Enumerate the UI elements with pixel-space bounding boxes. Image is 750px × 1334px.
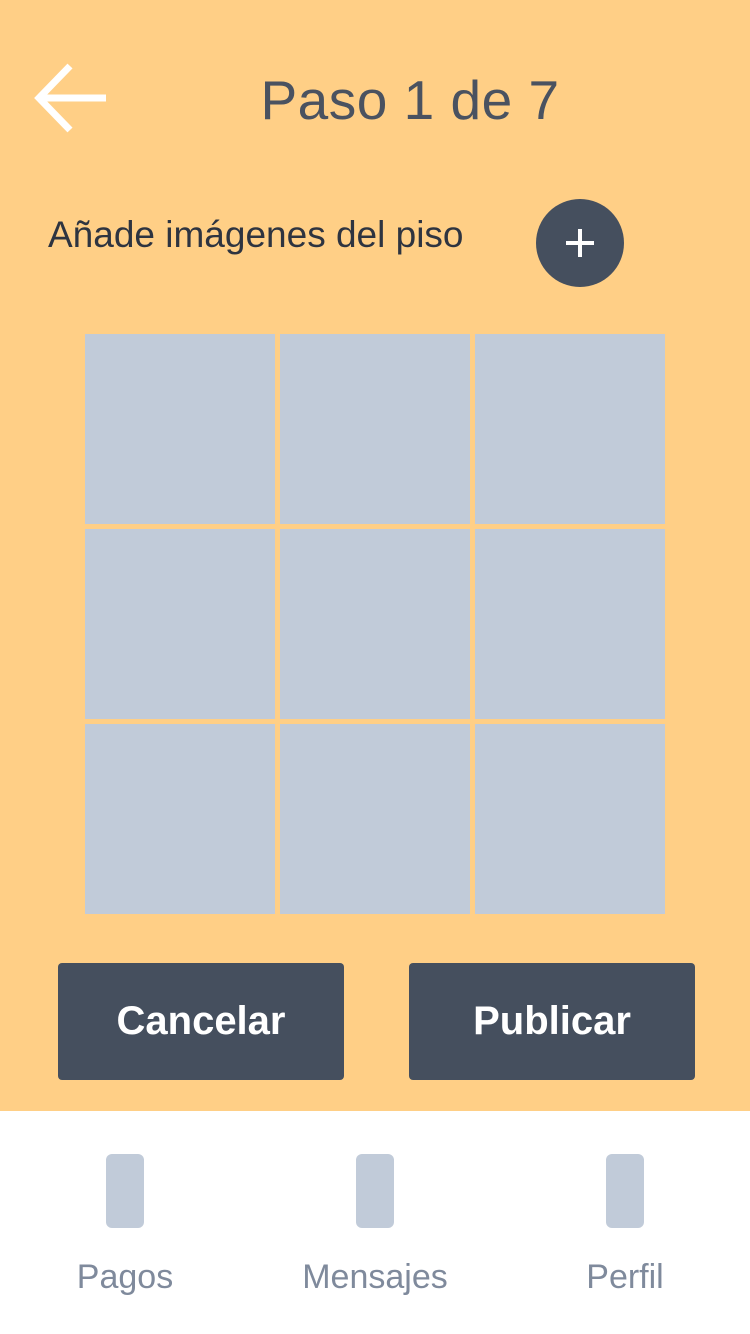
image-slot[interactable] <box>85 724 275 914</box>
tab-label: Perfil <box>586 1258 664 1296</box>
step-screen: Paso 1 de 7 Añade imágenes del piso Canc… <box>0 0 750 1111</box>
image-slot[interactable] <box>280 529 470 719</box>
image-slot[interactable] <box>85 529 275 719</box>
image-slot[interactable] <box>85 334 275 524</box>
cancel-button[interactable]: Cancelar <box>58 963 344 1080</box>
placeholder-icon <box>356 1154 394 1228</box>
bottom-tab-bar: Pagos Mensajes Perfil <box>0 1111 750 1334</box>
tab-perfil[interactable]: Perfil <box>500 1111 750 1334</box>
plus-icon <box>566 229 594 257</box>
image-slot[interactable] <box>280 334 470 524</box>
image-slot[interactable] <box>475 334 665 524</box>
placeholder-icon <box>606 1154 644 1228</box>
image-slot[interactable] <box>475 724 665 914</box>
placeholder-icon <box>106 1154 144 1228</box>
publish-button[interactable]: Publicar <box>409 963 695 1080</box>
image-grid <box>85 334 665 914</box>
image-slot[interactable] <box>475 529 665 719</box>
step-title: Paso 1 de 7 <box>260 69 560 131</box>
add-image-button[interactable] <box>536 199 624 287</box>
images-section-label: Añade imágenes del piso <box>48 214 464 255</box>
tab-mensajes[interactable]: Mensajes <box>250 1111 500 1334</box>
tab-pagos[interactable]: Pagos <box>0 1111 250 1334</box>
image-slot[interactable] <box>280 724 470 914</box>
tab-label: Mensajes <box>302 1258 448 1296</box>
tab-label: Pagos <box>76 1258 174 1296</box>
